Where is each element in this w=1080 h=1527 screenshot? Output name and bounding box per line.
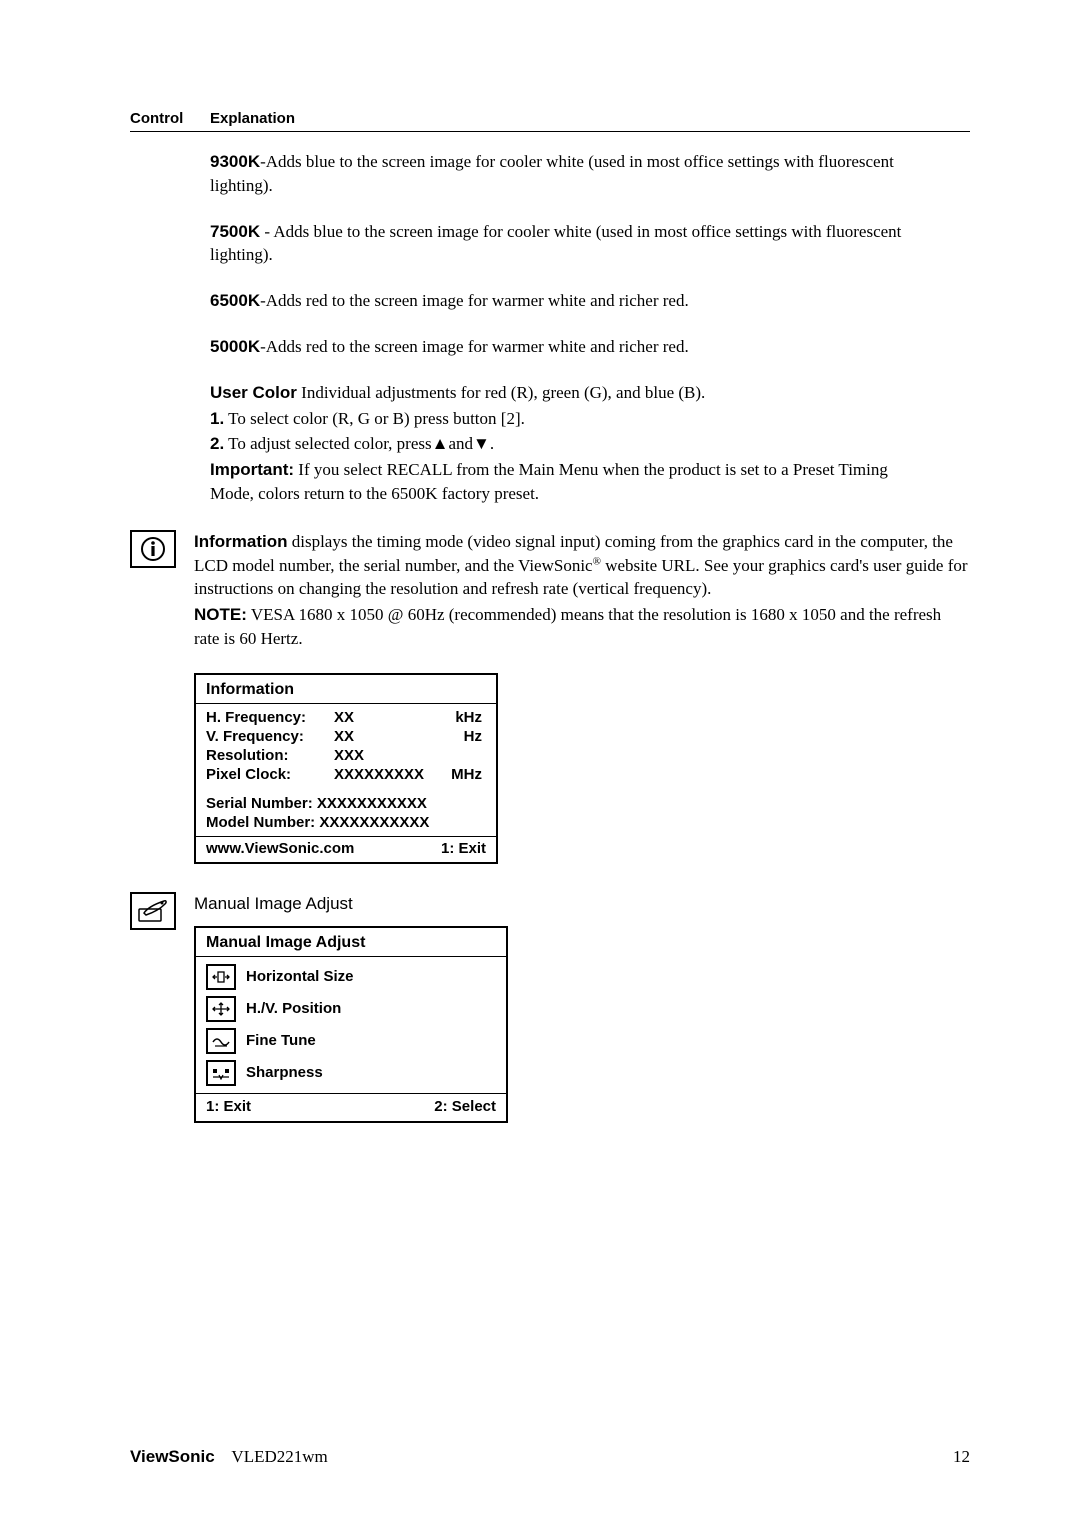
dash-7500k: - xyxy=(260,222,273,241)
text-step2mid: and xyxy=(448,434,473,453)
osd-mia-select: 2: Select xyxy=(434,1098,496,1115)
osd-mia-item-sharpness[interactable]: Sharpness xyxy=(196,1057,506,1089)
osd-row-resolution: Resolution: XXX xyxy=(206,746,486,765)
header-divider xyxy=(130,131,970,132)
hv-position-icon xyxy=(206,996,236,1022)
text-9300k: Adds blue to the screen image for cooler… xyxy=(210,152,894,195)
para-usercolor: User Color Individual adjustments for re… xyxy=(210,381,910,405)
osd-info-title: Information xyxy=(196,675,496,703)
step-1: 1. To select color (R, G or B) press but… xyxy=(210,407,910,431)
osd-mia-title: Manual Image Adjust xyxy=(196,928,506,956)
osd-mia-panel: Manual Image Adjust Horizontal Size H./V… xyxy=(194,926,508,1123)
osd-mia-label: Fine Tune xyxy=(246,1032,316,1049)
text-5000k: Adds red to the screen image for warmer … xyxy=(266,337,689,356)
label-step2: 2. xyxy=(210,434,224,453)
osd-cell xyxy=(442,747,482,764)
osd-cell: XXX xyxy=(334,747,434,764)
step-2: 2. To adjust selected color, press▲and▼. xyxy=(210,432,910,456)
body-column: 9300K-Adds blue to the screen image for … xyxy=(210,150,910,506)
osd-mia-label: Horizontal Size xyxy=(246,968,354,985)
label-important: Important: xyxy=(210,460,294,479)
osd-row-pixelclock: Pixel Clock: XXXXXXXXX MHz xyxy=(206,765,486,784)
info-glyph-icon xyxy=(139,535,167,563)
osd-info-footer: www.ViewSonic.com 1: Exit xyxy=(196,836,496,862)
osd-exit-label: 1: Exit xyxy=(441,840,486,857)
palette-icon xyxy=(138,899,168,923)
page-footer: ViewSonic VLED221wm 12 xyxy=(130,1447,970,1467)
para-7500k: 7500K - Adds blue to the screen image fo… xyxy=(210,220,910,268)
mia-heading: Manual Image Adjust xyxy=(194,892,970,916)
label-6500k: 6500K xyxy=(210,291,260,310)
label-information: Information xyxy=(194,532,288,551)
osd-mia-footer: 1: Exit 2: Select xyxy=(196,1093,506,1121)
osd-cell: H. Frequency: xyxy=(206,709,326,726)
text-step2a: To adjust selected color, press xyxy=(224,434,431,453)
osd-mia-item-horizontal-size[interactable]: Horizontal Size xyxy=(196,961,506,993)
osd-mia-item-hv-position[interactable]: H./V. Position xyxy=(196,993,506,1025)
osd-cell: Resolution: xyxy=(206,747,326,764)
header-explanation: Explanation xyxy=(210,110,295,127)
text-usercolor: Individual adjustments for red (R), gree… xyxy=(297,383,705,402)
manual-image-adjust-section: Manual Image Adjust Manual Image Adjust … xyxy=(130,892,970,1123)
osd-mia-exit: 1: Exit xyxy=(206,1098,251,1115)
osd-row-vfreq: V. Frequency: XX Hz xyxy=(206,727,486,746)
para-6500k: 6500K-Adds red to the screen image for w… xyxy=(210,289,910,313)
label-note: NOTE: xyxy=(194,605,247,624)
footer-brand: ViewSonic xyxy=(130,1447,215,1466)
footer-page-number: 12 xyxy=(953,1447,970,1467)
text-7500k: Adds blue to the screen image for cooler… xyxy=(210,222,901,265)
text-6500k: Adds red to the screen image for warmer … xyxy=(266,291,689,310)
horizontal-size-icon xyxy=(206,964,236,990)
label-9300k: 9300K xyxy=(210,152,260,171)
label-5000k: 5000K xyxy=(210,337,260,356)
information-section: Information displays the timing mode (vi… xyxy=(130,530,970,864)
osd-model: Model Number: XXXXXXXXXXX xyxy=(206,813,486,832)
manual-image-adjust-icon xyxy=(130,892,176,930)
label-step1: 1. xyxy=(210,409,224,428)
information-icon xyxy=(130,530,176,568)
osd-mia-label: H./V. Position xyxy=(246,1000,341,1017)
osd-row-hfreq: H. Frequency: XX kHz xyxy=(206,708,486,727)
osd-info-body: H. Frequency: XX kHz V. Frequency: XX Hz… xyxy=(196,703,496,836)
osd-mia-item-fine-tune[interactable]: Fine Tune xyxy=(196,1025,506,1057)
header-control: Control xyxy=(130,110,210,127)
label-mia: Manual Image Adjust xyxy=(194,894,353,913)
para-5000k: 5000K-Adds red to the screen image for w… xyxy=(210,335,910,359)
label-usercolor: User Color xyxy=(210,383,297,402)
label-7500k: 7500K xyxy=(210,222,260,241)
osd-mia-label: Sharpness xyxy=(246,1064,323,1081)
para-important: Important: If you select RECALL from the… xyxy=(210,458,910,506)
reg-mark: ® xyxy=(593,555,601,567)
text-important: If you select RECALL from the Main Menu … xyxy=(210,460,888,503)
osd-cell: kHz xyxy=(442,709,482,726)
text-step1: To select color (R, G or B) press button… xyxy=(224,409,525,428)
footer-model: VLED221wm xyxy=(231,1447,327,1466)
table-header: Control Explanation xyxy=(130,110,970,127)
text-step2end: . xyxy=(490,434,494,453)
sharpness-icon xyxy=(206,1060,236,1086)
para-9300k: 9300K-Adds blue to the screen image for … xyxy=(210,150,910,198)
para-information: Information displays the timing mode (vi… xyxy=(194,530,970,601)
osd-cell: XX xyxy=(334,709,434,726)
osd-cell: XXXXXXXXX xyxy=(334,766,434,783)
osd-cell: XX xyxy=(334,728,434,745)
osd-url: www.ViewSonic.com xyxy=(206,840,354,857)
text-note: VESA 1680 x 1050 @ 60Hz (recommended) me… xyxy=(194,605,941,648)
up-arrow-icon: ▲ xyxy=(432,434,449,453)
osd-information-panel: Information H. Frequency: XX kHz V. Freq… xyxy=(194,673,498,864)
osd-cell: Hz xyxy=(442,728,482,745)
fine-tune-icon xyxy=(206,1028,236,1054)
down-arrow-icon: ▼ xyxy=(473,434,490,453)
para-note: NOTE: VESA 1680 x 1050 @ 60Hz (recommend… xyxy=(194,603,970,651)
osd-cell: Pixel Clock: xyxy=(206,766,326,783)
osd-serial: Serial Number: XXXXXXXXXXX xyxy=(206,794,486,813)
osd-cell: V. Frequency: xyxy=(206,728,326,745)
osd-cell: MHz xyxy=(442,766,482,783)
